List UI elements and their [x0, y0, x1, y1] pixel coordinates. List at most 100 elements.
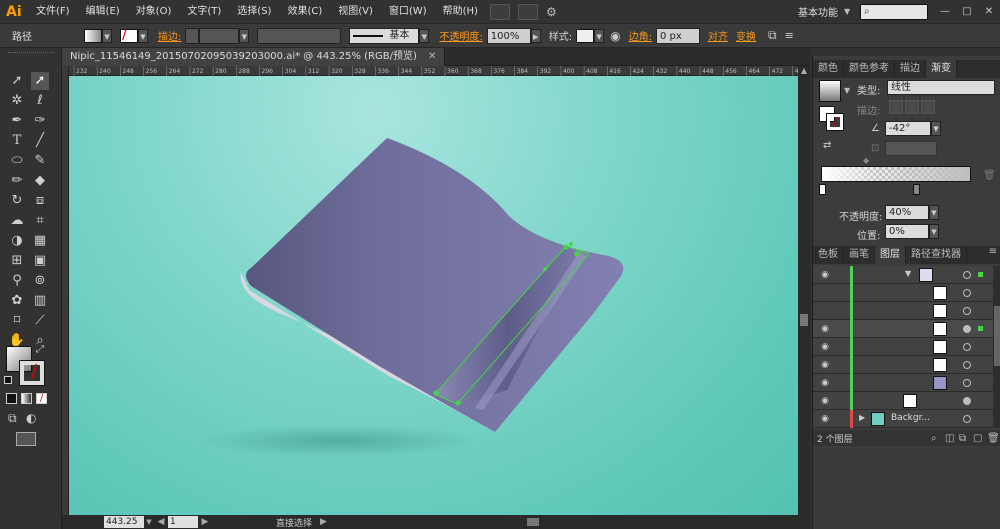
- gradient-stop-right[interactable]: [913, 184, 920, 195]
- recolor-icon[interactable]: ◉: [610, 29, 620, 43]
- fill-dropdown[interactable]: ▼: [102, 28, 112, 43]
- delete-stop-icon[interactable]: 🗑: [983, 170, 996, 181]
- layer-row[interactable]: [813, 302, 993, 320]
- type-select[interactable]: 线性: [887, 80, 995, 95]
- stroke-swatch[interactable]: ∕: [120, 27, 138, 43]
- arrange-documents-button[interactable]: [517, 3, 538, 20]
- direct-selection-icon[interactable]: ➚: [31, 72, 49, 90]
- symbol-sprayer-icon[interactable]: ✿: [8, 292, 26, 310]
- fill-swatch[interactable]: [84, 28, 102, 43]
- layer-row-background[interactable]: ◉ ▶ Backgr...: [813, 410, 993, 428]
- tab-gradient[interactable]: 渐变: [926, 60, 957, 78]
- variable-width-field[interactable]: [257, 27, 342, 44]
- none-mode-icon[interactable]: ∕: [36, 393, 47, 404]
- align-link[interactable]: 对齐: [708, 28, 728, 43]
- make-clipping-mask-icon[interactable]: ◫: [945, 433, 959, 444]
- mesh-icon[interactable]: ⊞: [8, 252, 26, 270]
- blend-icon[interactable]: ⊚: [31, 272, 49, 290]
- layer-row[interactable]: [813, 284, 993, 302]
- angle-dropdown[interactable]: ▼: [931, 121, 941, 136]
- new-layer-icon[interactable]: ▢: [973, 433, 987, 444]
- panel-menu-icon[interactable]: ≡: [989, 246, 997, 264]
- pencil-icon[interactable]: ✏: [8, 172, 26, 190]
- style-swatch[interactable]: [576, 28, 595, 43]
- angle-field[interactable]: -42°: [885, 121, 931, 136]
- swap-fill-stroke-icon[interactable]: ⤢: [36, 344, 44, 355]
- layer-row[interactable]: ◉: [813, 320, 993, 338]
- visibility-eye-icon[interactable]: ◉: [819, 378, 831, 388]
- magic-wand-icon[interactable]: ✲: [8, 92, 26, 110]
- slice-icon[interactable]: ⟋: [31, 312, 49, 330]
- maximize-button[interactable]: □: [956, 6, 978, 17]
- visibility-eye-icon[interactable]: ◉: [819, 342, 831, 352]
- layer-row[interactable]: ◉ ▼: [813, 266, 993, 284]
- menu-help[interactable]: 帮助(H): [435, 0, 486, 24]
- target-circle-icon[interactable]: [963, 397, 971, 405]
- search-field[interactable]: ⌕: [860, 3, 928, 20]
- stroke-dropdown[interactable]: ▼: [138, 28, 148, 43]
- workspace-switcher[interactable]: 基本功能: [792, 4, 844, 19]
- selection-tool-icon[interactable]: ➚: [8, 72, 26, 90]
- brush-dropdown[interactable]: ▼: [419, 28, 430, 43]
- artboard-number-field[interactable]: 1: [168, 516, 198, 528]
- eyedropper-icon[interactable]: ⚲: [8, 272, 26, 290]
- menu-object[interactable]: 对象(O): [128, 0, 180, 24]
- gradient-stop-left[interactable]: [819, 184, 826, 195]
- vertical-scrollbar[interactable]: ▲: [798, 66, 810, 516]
- gradient-mode-icon[interactable]: [21, 393, 32, 404]
- corner-label[interactable]: 边角:: [629, 28, 652, 43]
- corner-field[interactable]: 0 px: [655, 27, 700, 44]
- gpu-icon[interactable]: ⚙: [546, 5, 562, 19]
- new-sublayer-icon[interactable]: ⧉: [959, 433, 973, 444]
- anchor-point[interactable]: [563, 244, 569, 250]
- visibility-eye-icon[interactable]: ◉: [819, 396, 831, 406]
- draw-mode-icon[interactable]: ⧉: [8, 411, 17, 426]
- screen-mode-icon[interactable]: [16, 432, 36, 446]
- visibility-eye-icon[interactable]: [819, 306, 831, 316]
- layer-row[interactable]: ◉: [813, 338, 993, 356]
- gradient-preview-dropdown[interactable]: ▼: [844, 86, 850, 95]
- expand-triangle-icon[interactable]: ▼: [905, 269, 911, 278]
- location-dropdown[interactable]: ▼: [929, 224, 939, 239]
- paintbrush-icon[interactable]: ✎: [31, 152, 49, 170]
- default-colors-icon[interactable]: [4, 376, 12, 384]
- target-circle-icon[interactable]: [963, 307, 971, 315]
- isolate-icon[interactable]: ⧉: [768, 28, 777, 43]
- anchor-point[interactable]: [455, 400, 461, 406]
- gradient-preview[interactable]: [819, 80, 841, 102]
- opacity-dropdown[interactable]: ▶: [530, 28, 541, 43]
- lasso-icon[interactable]: ℓ: [31, 92, 49, 110]
- menu-file[interactable]: 文件(F): [28, 0, 78, 24]
- workspace-dropdown-icon[interactable]: ▼: [844, 7, 854, 16]
- tab-layers[interactable]: 图层: [875, 246, 906, 264]
- layer-row[interactable]: ◉: [813, 356, 993, 374]
- zoom-field[interactable]: 443.25: [104, 516, 144, 528]
- scroll-thumb[interactable]: [800, 314, 808, 326]
- menu-effect[interactable]: 效果(C): [279, 0, 330, 24]
- visibility-eye-icon[interactable]: ◉: [819, 324, 831, 334]
- curvature-icon[interactable]: ✑: [31, 112, 49, 130]
- tab-pathfinder[interactable]: 路径查找器: [906, 246, 967, 264]
- visibility-eye-icon[interactable]: ◉: [819, 270, 831, 280]
- vertical-ruler[interactable]: [62, 66, 69, 516]
- stroke-weight-arrow[interactable]: ▼: [239, 28, 250, 43]
- target-circle-icon[interactable]: [963, 379, 971, 387]
- style-dropdown[interactable]: ▼: [594, 28, 605, 43]
- pen-icon[interactable]: ✒: [8, 112, 26, 130]
- opacity-dropdown[interactable]: ▼: [929, 205, 939, 220]
- artboard-canvas[interactable]: [69, 76, 798, 515]
- line-icon[interactable]: ╱: [31, 132, 49, 150]
- menu-type[interactable]: 文字(T): [179, 0, 229, 24]
- layers-scrollbar[interactable]: [993, 266, 1000, 428]
- brush-definition-field[interactable]: 基本: [349, 27, 420, 44]
- perspective-icon[interactable]: ▦: [31, 232, 49, 250]
- stroke-weight-dropdown[interactable]: [199, 27, 240, 44]
- ellipse-icon[interactable]: ⬭: [8, 152, 26, 170]
- scale-icon[interactable]: ⧈: [31, 192, 49, 210]
- menu-select[interactable]: 选择(S): [229, 0, 279, 24]
- visibility-eye-icon[interactable]: ◉: [819, 360, 831, 370]
- minimize-button[interactable]: —: [934, 6, 956, 17]
- target-circle-icon[interactable]: [963, 289, 971, 297]
- direction-handle[interactable]: [569, 242, 573, 246]
- horizontal-scroll-thumb[interactable]: [526, 518, 539, 526]
